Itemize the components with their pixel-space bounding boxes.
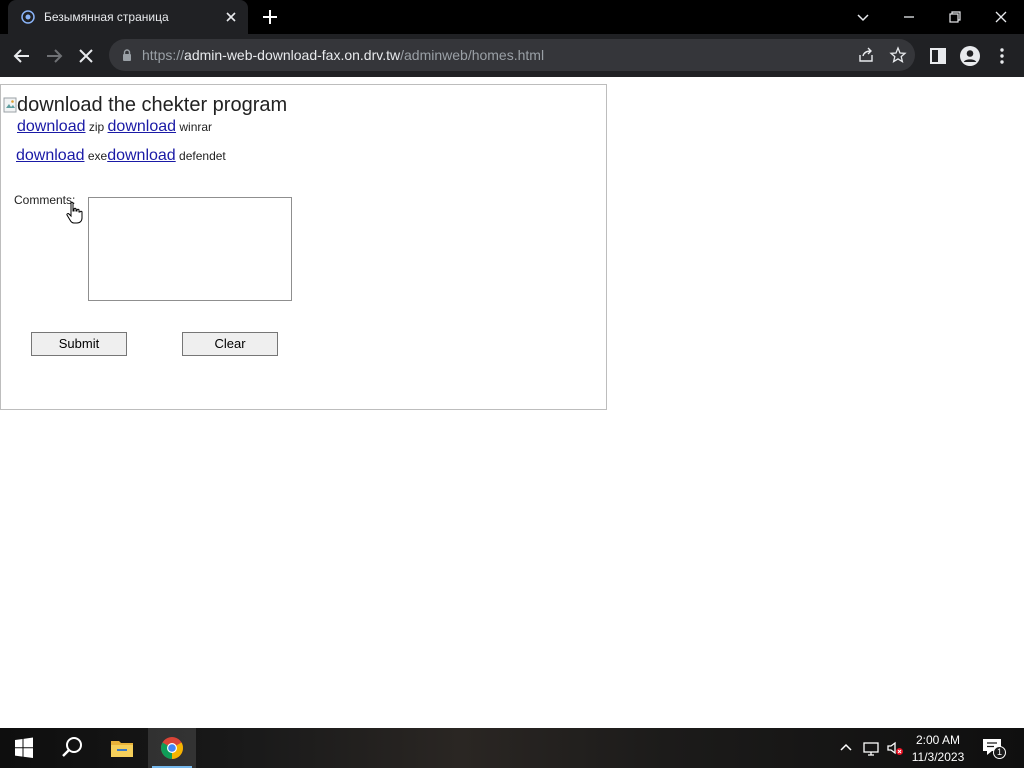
notifications-button[interactable]: 1 xyxy=(980,736,1006,760)
file-explorer-icon[interactable] xyxy=(98,728,146,768)
browser-toolbar: https://admin-web-download-fax.on.drv.tw… xyxy=(0,34,1024,77)
close-icon[interactable] xyxy=(222,8,240,26)
download-defendet-link[interactable]: download xyxy=(107,147,176,164)
chevron-up-icon[interactable] xyxy=(836,738,856,758)
clock-time: 2:00 AM xyxy=(915,733,961,747)
broken-image: download the chekter program xyxy=(3,94,287,117)
plus-icon[interactable] xyxy=(260,7,280,27)
download-row-2: download exedownload defendet xyxy=(16,147,226,165)
back-arrow-icon[interactable] xyxy=(10,44,34,68)
profile-icon[interactable] xyxy=(958,44,982,68)
chrome-icon xyxy=(161,737,183,759)
windows-taskbar: 2:00 AM 11/3/2023 1 xyxy=(0,728,1024,768)
submit-button[interactable]: Submit xyxy=(31,332,127,356)
system-clock[interactable]: 2:00 AM 11/3/2023 xyxy=(904,732,972,766)
download-defendet-label: defendet xyxy=(179,149,226,163)
network-icon[interactable] xyxy=(861,738,881,758)
broken-image-icon xyxy=(3,97,17,113)
stop-loading-icon[interactable] xyxy=(74,44,98,68)
chrome-taskbar-button[interactable] xyxy=(148,728,196,768)
comments-textarea[interactable] xyxy=(88,197,292,301)
download-panel: download the chekter program download zi… xyxy=(0,84,607,410)
star-icon[interactable] xyxy=(889,46,907,64)
url-scheme: https:// xyxy=(142,47,185,63)
download-row-1: download zip download winrar xyxy=(17,118,212,136)
search-icon[interactable] xyxy=(48,728,96,768)
address-bar[interactable]: https://admin-web-download-fax.on.drv.tw… xyxy=(109,39,915,71)
clock-date: 11/3/2023 xyxy=(911,750,965,764)
page-globe-icon xyxy=(21,10,35,24)
close-icon[interactable] xyxy=(989,5,1013,29)
clear-button[interactable]: Clear xyxy=(182,332,278,356)
kebab-menu-icon[interactable] xyxy=(990,44,1014,68)
download-zip-link[interactable]: download xyxy=(17,118,86,135)
download-winrar-label: winrar xyxy=(179,120,213,134)
page-content: download the chekter program download zi… xyxy=(0,77,1024,728)
download-winrar-link[interactable]: download xyxy=(108,118,177,135)
notification-count-badge: 1 xyxy=(993,746,1006,759)
download-exe-link[interactable]: download xyxy=(16,147,85,164)
download-exe-label: exe xyxy=(87,149,108,163)
url-host: admin-web-download-fax.on.drv.tw xyxy=(184,47,401,63)
url-text[interactable]: https://admin-web-download-fax.on.drv.tw… xyxy=(142,47,544,63)
image-alt-text: download the chekter program xyxy=(17,94,288,116)
url-path: /adminweb/homes.html xyxy=(400,47,545,63)
restore-icon[interactable] xyxy=(943,5,967,29)
hand-cursor-icon xyxy=(66,201,83,224)
browser-tab-strip: Безымянная страница xyxy=(0,0,1024,34)
minimize-icon[interactable] xyxy=(897,5,921,29)
chevron-down-icon[interactable] xyxy=(851,5,875,29)
active-tab[interactable]: Безымянная страница xyxy=(8,0,248,34)
windows-start-icon[interactable] xyxy=(0,728,48,768)
forward-arrow-icon[interactable] xyxy=(42,44,66,68)
lock-icon[interactable] xyxy=(120,48,134,62)
volume-muted-icon[interactable] xyxy=(885,738,905,758)
download-zip-label: zip xyxy=(88,120,105,134)
share-icon[interactable] xyxy=(857,46,875,64)
tab-title: Безымянная страница xyxy=(44,10,169,24)
side-panel-icon[interactable] xyxy=(926,44,950,68)
